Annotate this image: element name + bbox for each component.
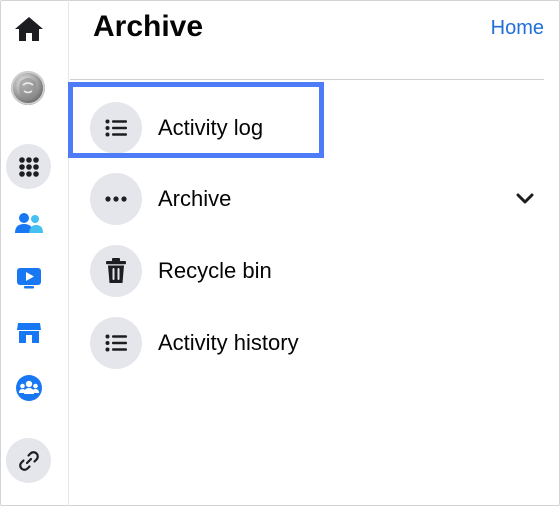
page-title: Archive bbox=[93, 10, 204, 43]
link-icon bbox=[18, 450, 39, 471]
header-divider bbox=[70, 79, 544, 80]
left-nav-rail bbox=[0, 0, 69, 506]
groups-icon bbox=[15, 374, 42, 401]
activity-history-icon-circle bbox=[90, 317, 142, 369]
menu-item-label: Recycle bin bbox=[158, 258, 272, 283]
menu-item-activity-log[interactable]: Activity log bbox=[90, 101, 552, 155]
archive-icon-circle bbox=[90, 173, 142, 225]
expand-button[interactable] bbox=[512, 186, 538, 212]
list-icon bbox=[105, 334, 127, 352]
menu-item-label: Activity log bbox=[158, 115, 264, 140]
profile-avatar[interactable] bbox=[11, 71, 45, 105]
recycle-bin-icon-circle bbox=[90, 245, 142, 297]
menu-item-activity-history[interactable]: Activity history bbox=[90, 316, 552, 370]
activity-log-icon-circle bbox=[90, 102, 142, 154]
chevron-down-icon bbox=[516, 193, 534, 204]
home-button[interactable] bbox=[6, 6, 51, 51]
more-dots-icon bbox=[105, 196, 127, 202]
menu-item-archive[interactable]: Archive bbox=[90, 172, 552, 226]
watch-button[interactable] bbox=[6, 255, 51, 300]
marketplace-button[interactable] bbox=[6, 310, 51, 355]
video-play-icon bbox=[16, 267, 41, 288]
store-icon bbox=[16, 322, 41, 343]
grid-dots-icon bbox=[18, 156, 39, 177]
menu-item-label: Activity history bbox=[158, 330, 299, 355]
friends-button[interactable] bbox=[6, 200, 51, 245]
menu-item-label: Archive bbox=[158, 186, 232, 211]
list-icon bbox=[105, 119, 127, 137]
trash-icon bbox=[106, 258, 126, 283]
friends-icon bbox=[14, 212, 43, 233]
home-icon bbox=[14, 16, 43, 41]
menu-button[interactable] bbox=[6, 144, 51, 189]
home-link[interactable]: Home bbox=[491, 17, 544, 40]
avatar bbox=[11, 71, 45, 105]
groups-button[interactable] bbox=[6, 365, 51, 410]
links-button[interactable] bbox=[6, 438, 51, 483]
menu-item-recycle-bin[interactable]: Recycle bin bbox=[90, 244, 552, 298]
